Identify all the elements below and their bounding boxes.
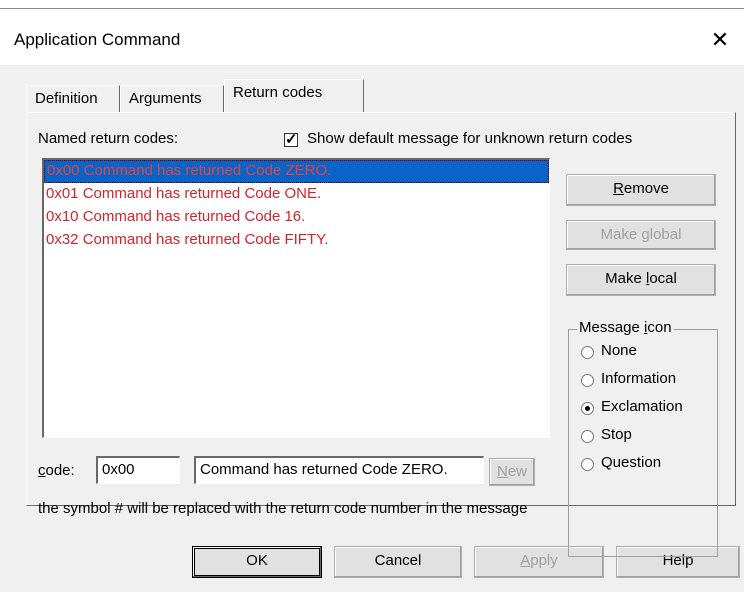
- message-icon-group: Message icon None Information Exclamatio…: [568, 319, 718, 557]
- show-default-label[interactable]: Show default message for unknown return …: [307, 130, 632, 147]
- tab-definition[interactable]: Definition: [26, 85, 120, 113]
- named-return-codes-label: Named return codes:: [38, 130, 179, 147]
- code-label: code:: [38, 462, 75, 479]
- show-default-checkbox[interactable]: [284, 130, 298, 148]
- dialog-window: Application Command ✕ Definition Argumen…: [0, 0, 744, 592]
- list-item[interactable]: 0x10 Command has returned Code 16.: [44, 206, 549, 229]
- dialog-content: Definition Arguments Return codes Named …: [2, 66, 742, 592]
- radio-none[interactable]: [581, 346, 594, 359]
- hint-text: the symbol # will be replaced with the r…: [38, 500, 528, 517]
- remove-button[interactable]: Remove: [566, 174, 716, 206]
- make-global-button[interactable]: Make global: [566, 220, 716, 250]
- close-icon[interactable]: ✕: [706, 29, 734, 53]
- return-codes-list[interactable]: 0x00 Command has returned Code ZERO. 0x0…: [42, 158, 550, 438]
- title-bar[interactable]: Application Command ✕: [0, 9, 744, 65]
- radio-question[interactable]: [581, 458, 594, 471]
- radio-stop-label[interactable]: Stop: [601, 426, 632, 443]
- message-icon-legend: Message icon: [577, 319, 674, 336]
- list-item[interactable]: 0x00 Command has returned Code ZERO.: [44, 160, 549, 183]
- make-local-button[interactable]: Make local: [566, 264, 716, 296]
- code-input[interactable]: 0x00: [96, 456, 180, 484]
- list-item[interactable]: 0x01 Command has returned Code ONE.: [44, 183, 549, 206]
- radio-information[interactable]: [581, 374, 594, 387]
- new-button[interactable]: New: [489, 458, 535, 486]
- radio-exclamation-label[interactable]: Exclamation: [601, 398, 683, 415]
- radio-stop[interactable]: [581, 430, 594, 443]
- radio-question-label[interactable]: Question: [601, 454, 661, 471]
- window-title: Application Command: [14, 30, 181, 49]
- message-input[interactable]: Command has returned Code ZERO.: [194, 456, 484, 484]
- radio-information-label[interactable]: Information: [601, 370, 676, 387]
- radio-exclamation[interactable]: [581, 402, 594, 415]
- tab-return-codes[interactable]: Return codes: [224, 79, 364, 112]
- ok-button[interactable]: OK: [192, 546, 322, 578]
- cancel-button[interactable]: Cancel: [334, 546, 462, 578]
- window-top-edge: [0, 0, 744, 9]
- list-item[interactable]: 0x32 Command has returned Code FIFTY.: [44, 229, 549, 252]
- tab-arguments[interactable]: Arguments: [120, 85, 224, 113]
- radio-none-label[interactable]: None: [601, 342, 637, 359]
